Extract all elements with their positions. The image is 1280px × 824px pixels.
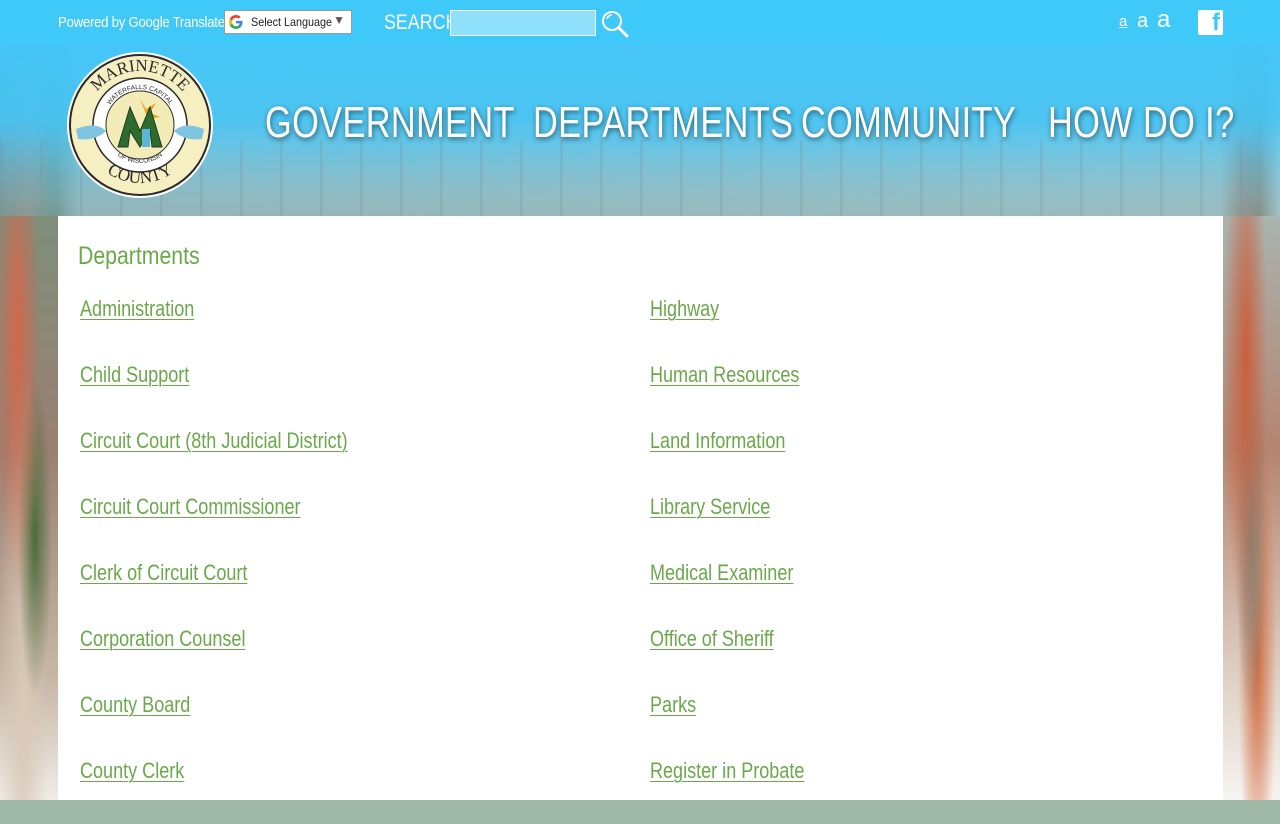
background-rock-left bbox=[0, 216, 58, 800]
utility-bar: Powered by Google Translate Select Langu… bbox=[0, 0, 1280, 45]
departments-right-column: Highway Human Resources Land Information… bbox=[650, 296, 1190, 824]
page-title: Departments bbox=[78, 242, 200, 270]
department-link[interactable]: Land Information bbox=[650, 428, 1093, 494]
language-select[interactable]: Select Language ▼ bbox=[224, 10, 352, 34]
department-link[interactable]: Human Resources bbox=[650, 362, 1093, 428]
search-label: SEARCH bbox=[384, 11, 459, 34]
google-g-icon bbox=[229, 15, 243, 29]
department-link[interactable]: Circuit Court (8th Judicial District) bbox=[80, 428, 523, 494]
nav-government[interactable]: GOVERNMENT bbox=[265, 98, 515, 148]
department-link[interactable]: Parks bbox=[650, 692, 1093, 758]
caret-down-icon: ▼ bbox=[333, 13, 345, 27]
nav-community[interactable]: COMMUNITY bbox=[801, 98, 1016, 148]
language-select-value: Select Language bbox=[251, 15, 333, 29]
department-link[interactable]: Office of Sheriff bbox=[650, 626, 1093, 692]
department-link[interactable]: Register in Probate bbox=[650, 758, 1093, 824]
background-rock-right bbox=[1223, 216, 1280, 800]
department-link[interactable]: County Clerk bbox=[80, 758, 523, 824]
departments-left-column: Administration Child Support Circuit Cou… bbox=[80, 296, 620, 824]
search-input[interactable] bbox=[450, 10, 596, 36]
department-link[interactable]: Corporation Counsel bbox=[80, 626, 523, 692]
department-link[interactable]: Highway bbox=[650, 296, 1093, 362]
text-size-small-button[interactable]: a bbox=[1119, 13, 1127, 30]
marinette-county-logo[interactable]: MARINETTE COUNTY WATERFALLS CAPITAL OF W… bbox=[66, 51, 214, 199]
department-link[interactable]: County Board bbox=[80, 692, 523, 758]
department-link[interactable]: Child Support bbox=[80, 362, 523, 428]
nav-how-do-i[interactable]: HOW DO I? bbox=[1048, 98, 1235, 148]
search-icon[interactable] bbox=[600, 9, 630, 39]
department-link[interactable]: Circuit Court Commissioner bbox=[80, 494, 523, 560]
content-panel: Departments Administration Child Support… bbox=[58, 216, 1223, 800]
department-link[interactable]: Clerk of Circuit Court bbox=[80, 560, 523, 626]
department-link[interactable]: Library Service bbox=[650, 494, 1093, 560]
nav-departments[interactable]: DEPARTMENTS bbox=[533, 98, 793, 148]
facebook-icon[interactable]: f bbox=[1198, 9, 1223, 36]
text-size-large-button[interactable]: a bbox=[1157, 6, 1170, 34]
google-translate-label: Powered by Google Translate bbox=[58, 14, 225, 31]
text-size-medium-button[interactable]: a bbox=[1137, 10, 1148, 33]
department-link[interactable]: Medical Examiner bbox=[650, 560, 1093, 626]
department-link[interactable]: Administration bbox=[80, 296, 523, 362]
